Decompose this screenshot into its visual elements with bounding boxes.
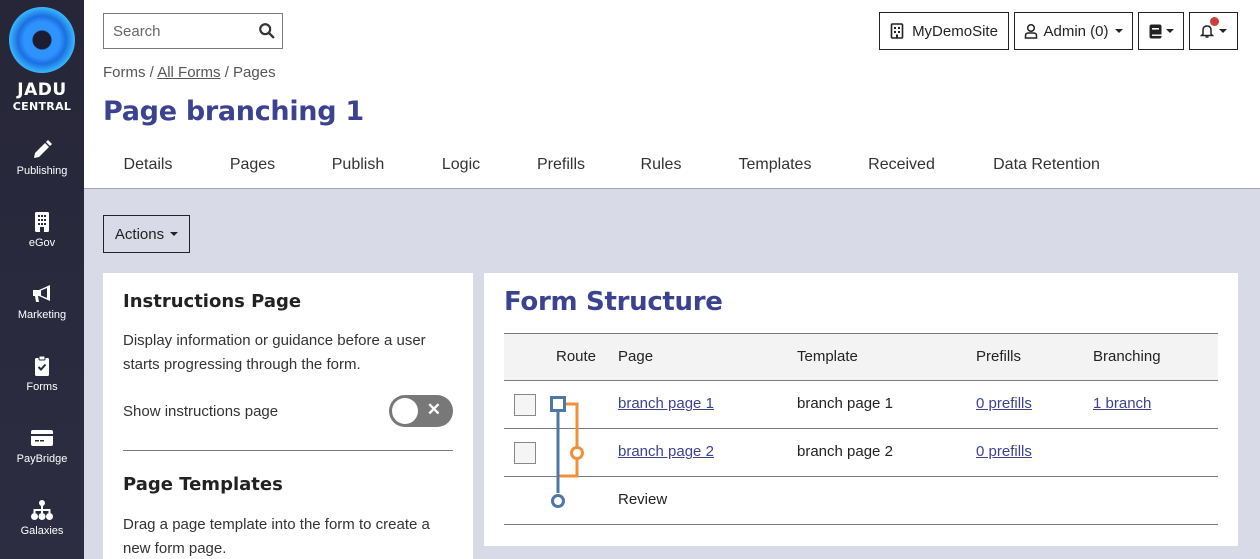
route-start-node-icon: [550, 396, 566, 412]
book-icon: [1149, 24, 1161, 38]
tab-rules[interactable]: Rules: [631, 145, 691, 188]
page-title: Page branching 1: [103, 96, 364, 127]
template-cell: branch page 2: [797, 443, 893, 460]
page-header: MyDemoSite Admin (0) Forms / All Forms /…: [84, 0, 1260, 189]
sidebar-item-galaxies[interactable]: Galaxies: [0, 498, 84, 558]
breadcrumb-separator: /: [224, 64, 229, 81]
column-header-prefills: Prefills: [976, 348, 1022, 365]
breadcrumb-pages: Pages: [233, 64, 276, 81]
tab-bar: Details Pages Publish Logic Prefills Rul…: [103, 145, 1109, 189]
clipboard-check-icon: [35, 355, 49, 376]
pencil-icon: [34, 140, 52, 158]
megaphone-icon: [33, 285, 50, 302]
table-row: Review: [504, 477, 1218, 525]
sidebar-item-label: Forms: [26, 381, 58, 393]
show-instructions-toggle[interactable]: ✕: [389, 395, 453, 427]
tab-pages[interactable]: Pages: [209, 145, 296, 188]
credit-card-icon: [31, 430, 53, 446]
notifications-button[interactable]: [1189, 12, 1238, 50]
column-header-page: Page: [618, 348, 654, 365]
column-header-template: Template: [797, 348, 858, 365]
template-cell: branch page 1: [797, 395, 893, 412]
route-diagram: [550, 396, 584, 508]
form-structure-heading: Form Structure: [504, 287, 723, 317]
sidebar-item-label: Marketing: [17, 309, 67, 321]
sidebar-item-egov[interactable]: eGov: [0, 210, 84, 270]
tab-logic[interactable]: Logic: [431, 145, 491, 188]
page-link[interactable]: branch page 2: [618, 443, 714, 460]
tab-prefills[interactable]: Prefills: [526, 145, 596, 188]
sidebar: JADU CENTRAL Publishing eGov Marketing F…: [0, 0, 84, 559]
sidebar-item-forms[interactable]: Forms: [0, 354, 84, 414]
tab-details[interactable]: Details: [103, 145, 193, 188]
notification-dot: [1210, 17, 1219, 26]
sidebar-item-label: PayBridge: [16, 453, 68, 465]
chevron-down-icon: [1114, 29, 1123, 33]
tab-received[interactable]: Received: [859, 145, 944, 188]
search-box: [103, 13, 283, 49]
page-label: Review: [618, 491, 668, 508]
divider: [123, 450, 453, 451]
branching-link[interactable]: 1 branch: [1093, 395, 1151, 412]
close-icon: ✕: [426, 400, 441, 419]
breadcrumb-separator: /: [149, 64, 154, 81]
table-row: branch page 1 branch page 1 0 prefills 1…: [504, 381, 1218, 429]
user-menu-label: Admin (0): [1043, 22, 1109, 40]
user-icon: [1025, 23, 1038, 39]
help-menu-button[interactable]: [1138, 12, 1184, 50]
instructions-description: Display information or guidance before a…: [123, 332, 426, 373]
page-link[interactable]: branch page 1: [618, 395, 714, 412]
route-end-node-icon: [551, 494, 565, 508]
search-icon[interactable]: [258, 22, 276, 40]
table-header: Route Page Template Prefills Branching: [504, 333, 1218, 381]
sidebar-item-publishing[interactable]: Publishing: [0, 138, 84, 198]
building-icon: [890, 23, 904, 39]
breadcrumb: Forms / All Forms / Pages: [103, 64, 276, 81]
sidebar-item-label: Galaxies: [20, 525, 64, 537]
route-branch-node-icon: [570, 446, 584, 460]
sitemap-icon: [31, 500, 53, 520]
site-button[interactable]: MyDemoSite: [879, 12, 1009, 50]
sidebar-item-label: eGov: [28, 237, 56, 249]
toggle-knob: [392, 398, 418, 424]
instructions-heading: Instructions Page: [123, 291, 302, 312]
table-row: branch page 2 branch page 2 0 prefills: [504, 429, 1218, 477]
tab-publish[interactable]: Publish: [323, 145, 393, 188]
form-structure-table: Route Page Template Prefills Branching b…: [504, 333, 1218, 525]
site-button-label: MyDemoSite: [912, 22, 998, 40]
sidebar-item-paybridge[interactable]: PayBridge: [0, 426, 84, 486]
search-input[interactable]: [104, 14, 244, 48]
prefills-link[interactable]: 0 prefills: [976, 395, 1032, 412]
templates-description: Drag a page template into the form to cr…: [123, 516, 430, 557]
prefills-link[interactable]: 0 prefills: [976, 443, 1032, 460]
tab-data-retention[interactable]: Data Retention: [984, 145, 1109, 188]
actions-button[interactable]: Actions: [103, 215, 190, 253]
logo-text: JADU: [17, 80, 67, 100]
chevron-down-icon: [170, 232, 179, 236]
form-structure-panel: Form Structure Route Page Template Prefi…: [484, 273, 1238, 546]
sidebar-item-label: Publishing: [16, 165, 68, 177]
logo-subtext: CENTRAL: [12, 100, 72, 113]
user-menu-button[interactable]: Admin (0): [1014, 12, 1133, 50]
chevron-down-icon: [1165, 29, 1174, 33]
chevron-down-icon: [1219, 29, 1227, 33]
breadcrumb-forms[interactable]: Forms: [103, 64, 146, 81]
actions-label: Actions: [114, 225, 165, 243]
sidebar-item-marketing[interactable]: Marketing: [0, 282, 84, 342]
jadu-logo-icon[interactable]: [9, 7, 75, 73]
building-icon: [35, 212, 49, 232]
templates-heading: Page Templates: [123, 474, 283, 495]
breadcrumb-all-forms[interactable]: All Forms: [157, 64, 220, 81]
bell-icon-wrap: [1199, 17, 1219, 39]
column-header-branching: Branching: [1093, 348, 1161, 365]
left-panel: Instructions Page Display information or…: [103, 273, 473, 559]
tab-templates[interactable]: Templates: [730, 145, 820, 188]
